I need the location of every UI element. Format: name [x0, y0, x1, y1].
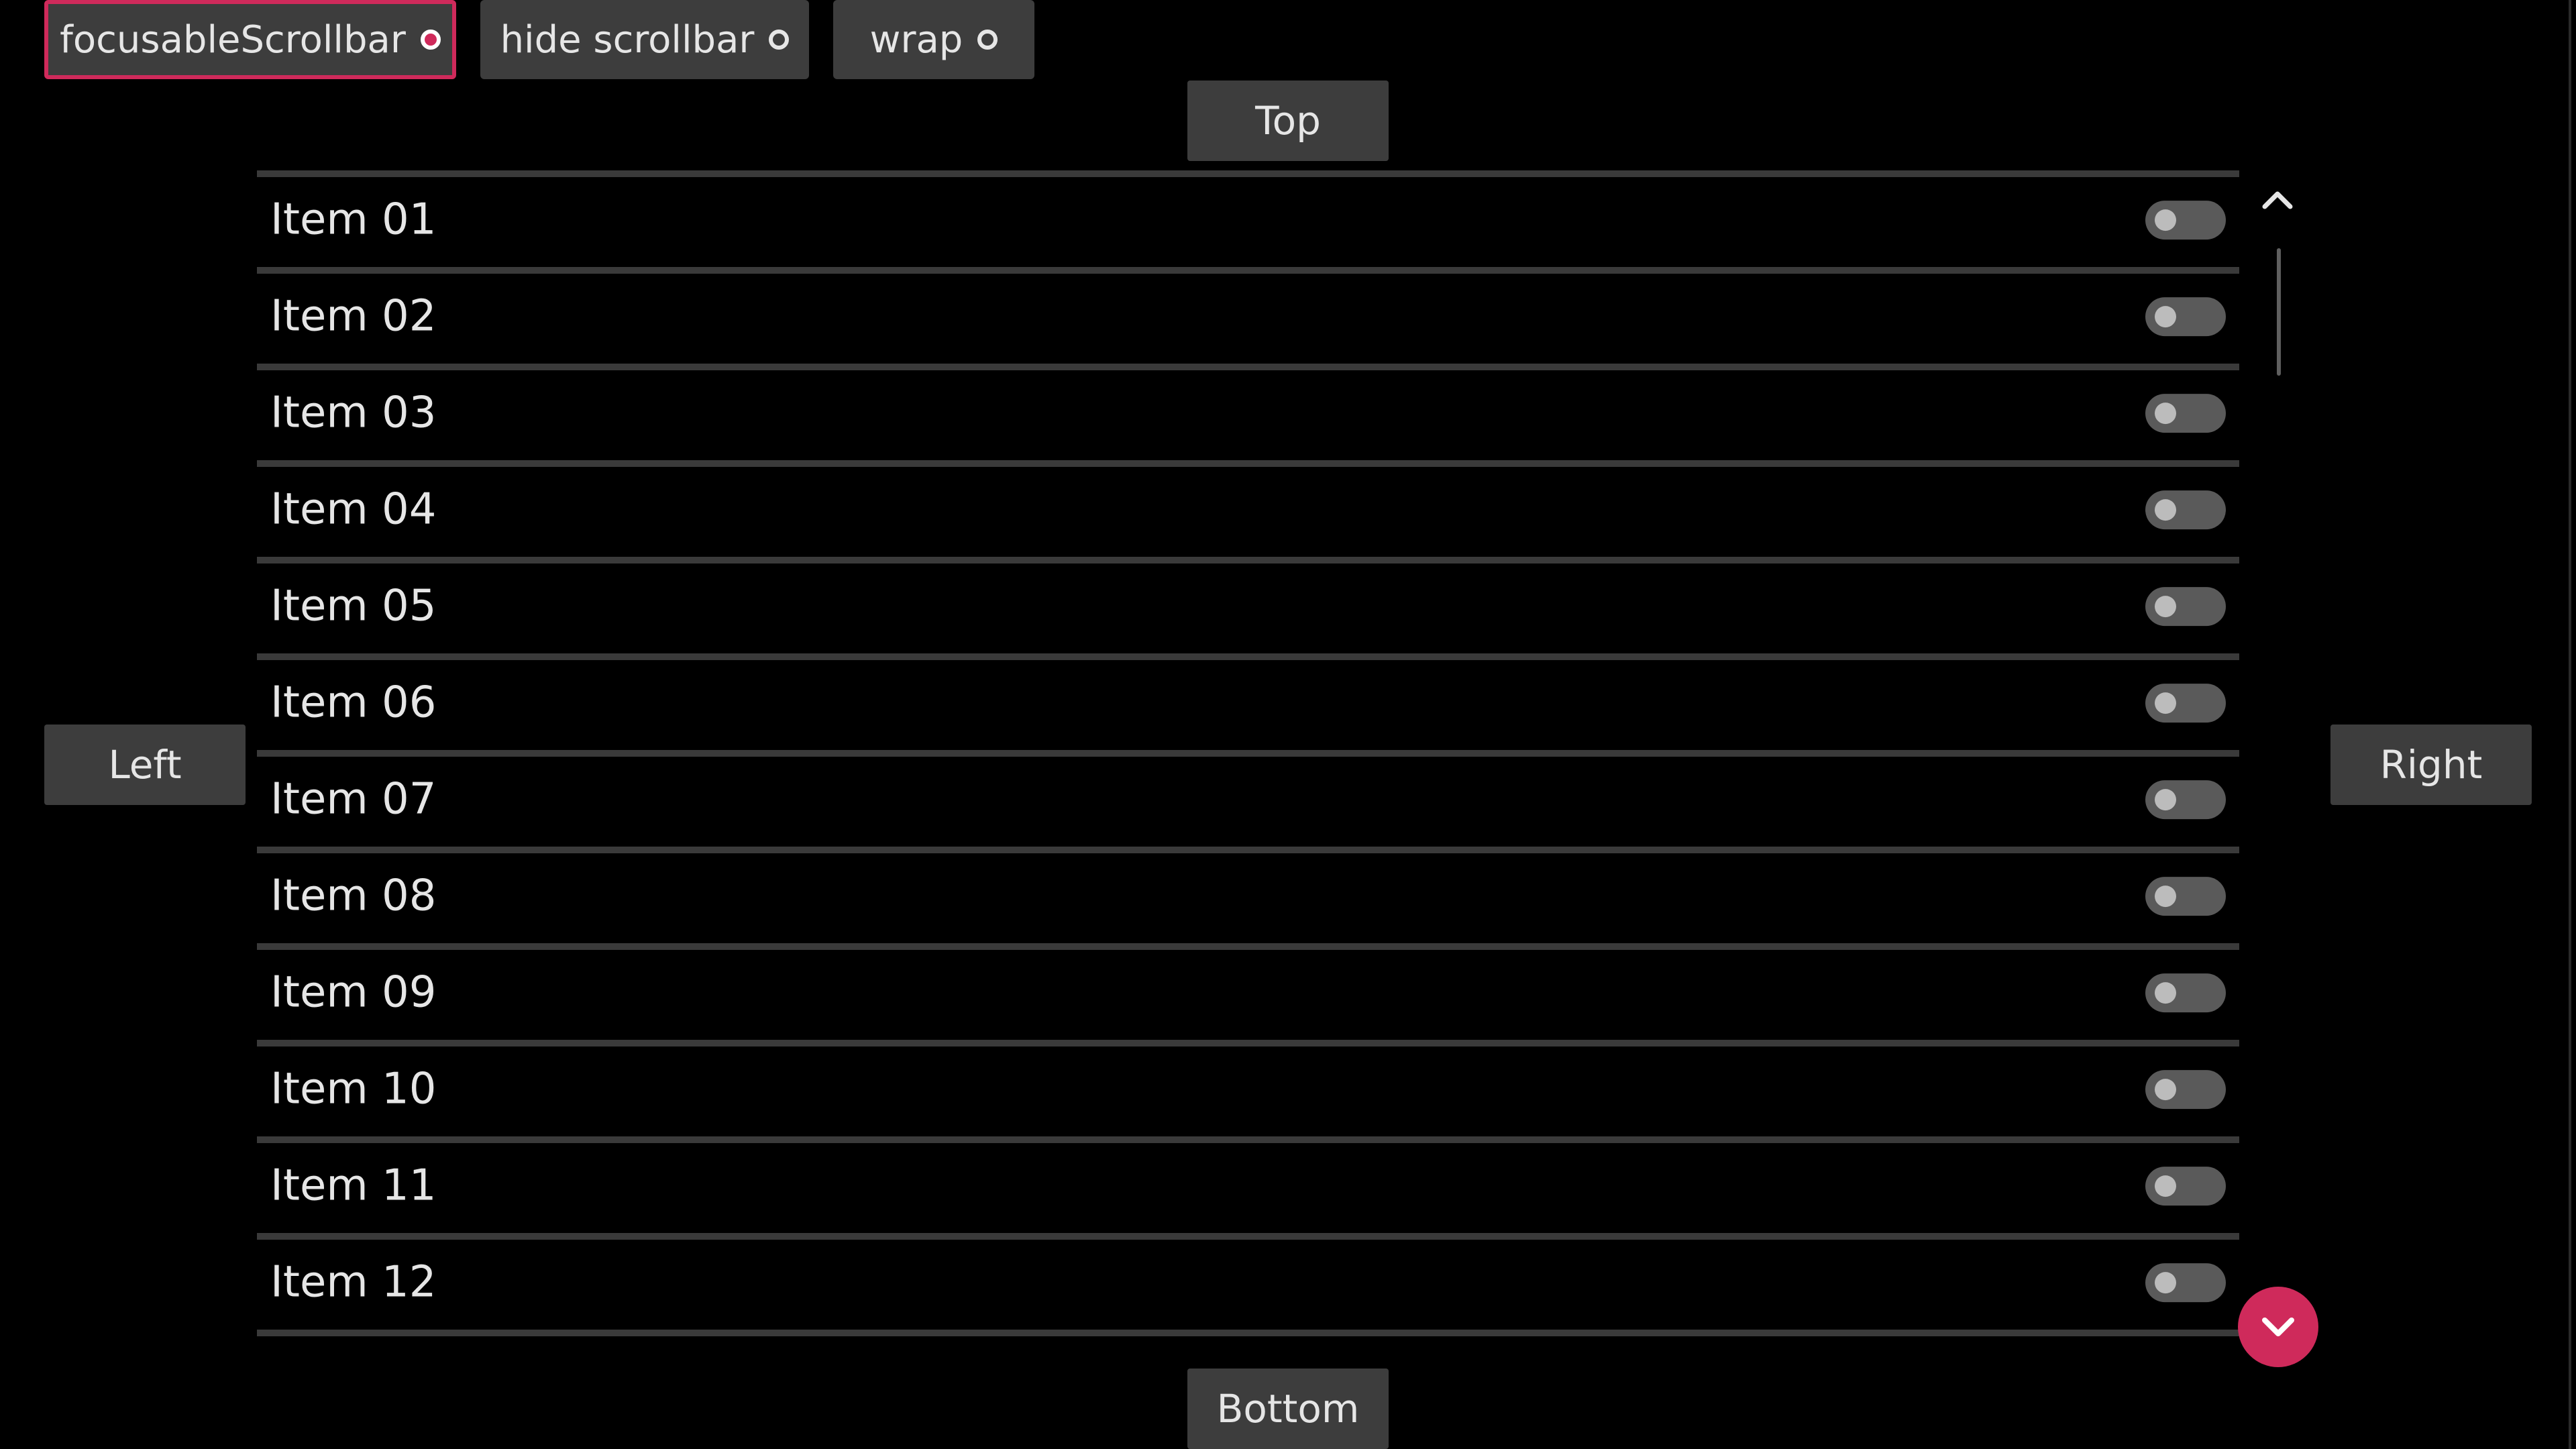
- list-item[interactable]: Item 02: [257, 274, 2239, 370]
- toggle-switch[interactable]: [2145, 684, 2226, 723]
- list-item-label: Item 04: [270, 484, 437, 535]
- toggle-switch[interactable]: [2145, 877, 2226, 916]
- toggle-indicator-icon: [769, 30, 790, 50]
- right-button-label: Right: [2379, 742, 2483, 788]
- list-item[interactable]: Item 10: [257, 1046, 2239, 1143]
- toggle-switch-knob: [2155, 1079, 2176, 1101]
- toggle-switch-knob: [2155, 306, 2176, 328]
- list-item-label: Item 05: [270, 581, 437, 631]
- toggle-switch-knob: [2155, 692, 2176, 714]
- list-item[interactable]: Item 11: [257, 1143, 2239, 1240]
- focusable-scrollbar-toggle[interactable]: focusableScrollbar: [44, 0, 456, 79]
- toggle-switch[interactable]: [2145, 201, 2226, 240]
- list-item[interactable]: Item 05: [257, 564, 2239, 660]
- chevron-up-icon: [2262, 191, 2293, 209]
- scrollbar-thumb[interactable]: [2277, 248, 2281, 376]
- list-item-label: Item 12: [270, 1257, 437, 1307]
- toggle-indicator-icon: [977, 30, 998, 50]
- list-item-label: Item 11: [270, 1161, 437, 1211]
- toggle-switch[interactable]: [2145, 587, 2226, 627]
- toggle-switch[interactable]: [2145, 780, 2226, 820]
- right-button[interactable]: Right: [2330, 724, 2532, 805]
- toggle-switch[interactable]: [2145, 297, 2226, 337]
- list-item[interactable]: Item 07: [257, 757, 2239, 853]
- top-button-label: Top: [1255, 98, 1321, 144]
- list-item-label: Item 01: [270, 195, 437, 245]
- toggle-indicator-icon: [420, 30, 441, 50]
- list-item[interactable]: Item 09: [257, 950, 2239, 1046]
- toggle-switch[interactable]: [2145, 973, 2226, 1013]
- scrollbar-track[interactable]: [2277, 248, 2281, 1281]
- list-item[interactable]: Item 06: [257, 660, 2239, 757]
- list-item-label: Item 10: [270, 1064, 437, 1114]
- toggle-switch[interactable]: [2145, 1167, 2226, 1206]
- toggle-switch-knob: [2155, 1272, 2176, 1294]
- bottom-button[interactable]: Bottom: [1187, 1368, 1389, 1449]
- toggle-switch-knob: [2155, 209, 2176, 231]
- top-button[interactable]: Top: [1187, 80, 1389, 161]
- app-stage: focusableScrollbar hide scrollbar wrap T…: [0, 0, 2576, 1449]
- list-item[interactable]: Item 04: [257, 467, 2239, 564]
- list-item-label: Item 08: [270, 871, 437, 921]
- virtual-list[interactable]: Item 00 Item 01 Item 02 Item 03 Item 04 Item …: [257, 161, 2239, 1368]
- list-item-label: Item 02: [270, 291, 437, 341]
- left-button-label: Left: [108, 742, 182, 788]
- left-button[interactable]: Left: [44, 724, 246, 805]
- viewport-edge-divider: [2569, 0, 2571, 1449]
- toggle-switch[interactable]: [2145, 490, 2226, 530]
- list-item[interactable]: Item 03: [257, 370, 2239, 467]
- toggle-switch-knob: [2155, 885, 2176, 908]
- list-item[interactable]: Item 00: [257, 161, 2239, 177]
- list-rows: Item 00 Item 01 Item 02 Item 03 Item 04 Item …: [257, 161, 2239, 1336]
- list-item-label: Item 07: [270, 774, 437, 824]
- toggle-switch[interactable]: [2145, 1263, 2226, 1303]
- list-item-label: Item 06: [270, 678, 437, 728]
- wrap-toggle[interactable]: wrap: [833, 0, 1034, 79]
- toggle-switch[interactable]: [2145, 1070, 2226, 1110]
- toggle-switch[interactable]: [2145, 394, 2226, 433]
- toggle-label: hide scrollbar: [500, 17, 755, 62]
- hide-scrollbar-toggle[interactable]: hide scrollbar: [480, 0, 809, 79]
- bottom-button-label: Bottom: [1216, 1386, 1360, 1432]
- toggle-label: wrap: [869, 17, 963, 62]
- list-item-label: Item 03: [270, 388, 437, 438]
- toggle-switch-knob: [2155, 499, 2176, 521]
- toggle-switch-knob: [2155, 982, 2176, 1004]
- toggle-label: focusableScrollbar: [60, 17, 406, 62]
- list-item[interactable]: Item 08: [257, 853, 2239, 950]
- chevron-down-icon: [2262, 1318, 2294, 1336]
- toggle-switch-knob: [2155, 402, 2176, 425]
- toggle-switch-knob: [2155, 596, 2176, 618]
- list-item[interactable]: Item 12: [257, 1240, 2239, 1336]
- list-item-label: Item 09: [270, 967, 437, 1018]
- list-item[interactable]: Item 01: [257, 177, 2239, 274]
- scroll-down-button[interactable]: [2238, 1287, 2318, 1367]
- toggle-switch-knob: [2155, 789, 2176, 811]
- scroll-up-button[interactable]: [2261, 176, 2294, 223]
- toggle-switch-knob: [2155, 1175, 2176, 1197]
